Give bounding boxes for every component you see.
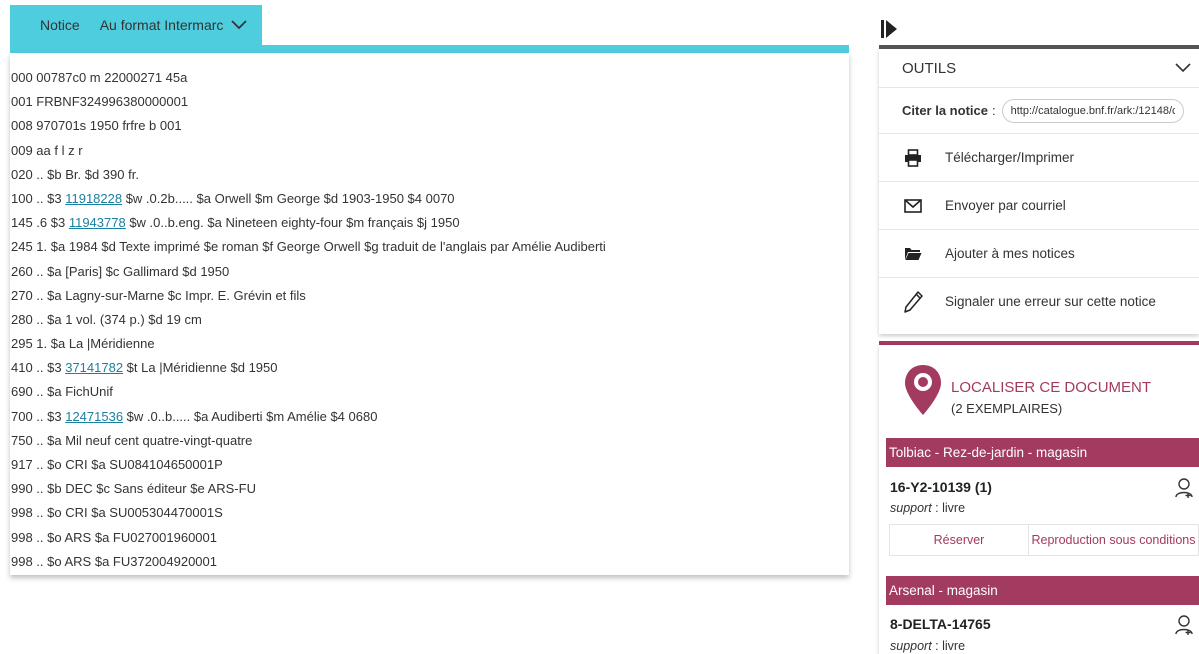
cite-row: Citer la notice : (879, 88, 1199, 134)
support-label: support (890, 639, 932, 653)
authority-record-link[interactable]: 37141782 (65, 360, 123, 375)
marc-field-line: 020 .. $b Br. $d 390 fr. (11, 166, 139, 182)
shelfmark: 16-Y2-10139 (1) (890, 479, 992, 495)
printer-icon (905, 148, 921, 167)
localiser-title: LOCALISER CE DOCUMENT (951, 379, 1152, 396)
reproduction-button[interactable]: Reproduction sous conditions (1029, 525, 1198, 555)
download-print-label: Télécharger/Imprimer (945, 150, 1075, 165)
marc-field-line: 917 .. $o CRI $a SU084104650001P (11, 457, 223, 472)
localiser-header: LOCALISER CE DOCUMENT (2 EXEMPLAIRES) (903, 363, 1193, 433)
notice-tab: Notice Au format Intermarc (10, 5, 262, 45)
support-info: support : livre (890, 639, 966, 653)
marc-field-line: 998 .. $o CRI $a SU005304470001S (11, 505, 223, 521)
marc-field-line: 009 aa f l z r (11, 142, 83, 158)
map-pin-icon (905, 365, 941, 415)
chevron-down-icon (1175, 63, 1191, 73)
marc-field-line: 280 .. $a 1 vol. (374 p.) $d 19 cm (11, 311, 202, 327)
envelope-icon (904, 198, 922, 213)
tools-header-label: OUTILS (902, 59, 957, 77)
marc-field-line: 245 1. $a 1984 $d Texte imprimé $e roman… (11, 239, 606, 255)
marc-field-line: 145 .6 $3 11943778 $w .0..b.eng. $a Nine… (10, 211, 849, 235)
tools-panel: OUTILS Citer la notice : Télécharger/Imp… (879, 49, 1199, 334)
authority-record-link[interactable]: 11943778 (69, 215, 126, 230)
marc-field-text: $w .0..b.eng. $a Nineteen eighty-four $m… (125, 215, 460, 231)
marc-field-line: 260 .. $a [Paris] $c Gallimard $d 1950 (11, 263, 230, 279)
site-bar-arsenal[interactable]: Arsenal - magasin (886, 576, 1199, 605)
notice-body: 000 00787c0 m 22000271 45a 001 FRBNF32499… (10, 53, 849, 575)
marc-field-line: 100 .. $3 11918228 $w .0.2b..... $a Orwe… (10, 187, 849, 211)
marc-field-text: $w .0.2b..... $a Orwell $m George $d 190… (122, 190, 455, 206)
authority-record-link[interactable]: 11918228 (65, 191, 122, 206)
copy-actions: Réserver Reproduction sous conditions (889, 524, 1199, 556)
marc-field-text: $t La |Méridienne $d 1950 (123, 360, 278, 376)
support-info: support : livre (890, 501, 966, 515)
send-email-item[interactable]: Envoyer par courriel (879, 182, 1199, 230)
marc-field-text: 145 .6 $3 (11, 215, 69, 231)
folder-icon (905, 248, 922, 260)
add-to-notices-item[interactable]: Ajouter à mes notices (879, 230, 1199, 278)
site-bar-tolbiac[interactable]: Tolbiac - Rez-de-jardin - magasin (886, 438, 1199, 467)
support-value: livre (942, 501, 966, 515)
format-dropdown-label: Au format Intermarc (99, 17, 224, 33)
cite-url-field[interactable] (1001, 98, 1184, 123)
person-search-icon[interactable] (1175, 615, 1193, 635)
marc-field-text: 700 .. $3 (11, 408, 66, 424)
marc-field-line: 998 .. $o ARS $a FU027001960001 (11, 529, 217, 545)
marc-record: 000 00787c0 m 22000271 45a 001 FRBNF32499… (10, 53, 849, 574)
marc-field-line: 295 1. $a La |Méridienne (11, 336, 155, 352)
add-to-notices-label: Ajouter à mes notices (945, 246, 1075, 261)
marc-field-line: 008 970701s 1950 frfre b 001 (11, 118, 182, 134)
support-value: livre (942, 639, 966, 653)
marc-field-line: 001 FRBNF324996380000001 (11, 94, 189, 110)
pencil-icon (904, 290, 923, 313)
marc-field-line: 270 .. $a Lagny-sur-Marne $c Impr. E. Gr… (11, 287, 306, 303)
send-email-label: Envoyer par courriel (945, 198, 1066, 213)
cite-label: Citer la notice (902, 103, 988, 118)
cite-sep: : (991, 103, 996, 118)
marc-field-text: $w .0..b..... $a Audiberti $m Amélie $4 … (123, 408, 378, 424)
marc-field-text: 100 .. $3 (11, 190, 66, 206)
format-dropdown[interactable]: Au format Intermarc (100, 17, 248, 33)
shelfmark: 8-DELTA-14765 (890, 616, 991, 632)
person-search-icon[interactable] (1175, 478, 1193, 498)
marc-field-line: 700 .. $3 12471536 $w .0..b..... $a Audi… (10, 405, 849, 429)
authority-record-link[interactable]: 12471536 (65, 409, 123, 424)
report-error-label: Signaler une erreur sur cette notice (945, 294, 1156, 309)
marc-field-text: 410 .. $3 (11, 360, 66, 376)
reserve-button[interactable]: Réserver (890, 525, 1029, 555)
marc-field-line: 000 00787c0 m 22000271 45a (11, 70, 188, 85)
localiser-subtitle: (2 EXEMPLAIRES) (951, 401, 1063, 416)
localiser-panel: LOCALISER CE DOCUMENT (2 EXEMPLAIRES) To… (879, 345, 1199, 654)
report-error-item[interactable]: Signaler une erreur sur cette notice (879, 278, 1199, 325)
notice-tab-label: Notice (40, 17, 80, 33)
marc-field-line: 750 .. $a Mil neuf cent quatre-vingt-qua… (11, 432, 253, 448)
marc-field-line: 990 .. $b DEC $c Sans éditeur $e ARS-FU (11, 481, 256, 497)
marc-field-line: 998 .. $o ARS $a FU372004920001 (11, 553, 217, 569)
chevron-down-icon (231, 20, 248, 30)
marc-field-line: 410 .. $3 37141782 $t La |Méridienne $d … (10, 356, 849, 380)
support-label: support (890, 501, 932, 515)
notice-tab-bar (10, 45, 849, 53)
download-print-item[interactable]: Télécharger/Imprimer (879, 134, 1199, 182)
marc-field-line: 690 .. $a FichUnif (11, 384, 113, 400)
collapse-panel-icon[interactable] (880, 18, 900, 40)
tools-header[interactable]: OUTILS (879, 49, 1199, 88)
